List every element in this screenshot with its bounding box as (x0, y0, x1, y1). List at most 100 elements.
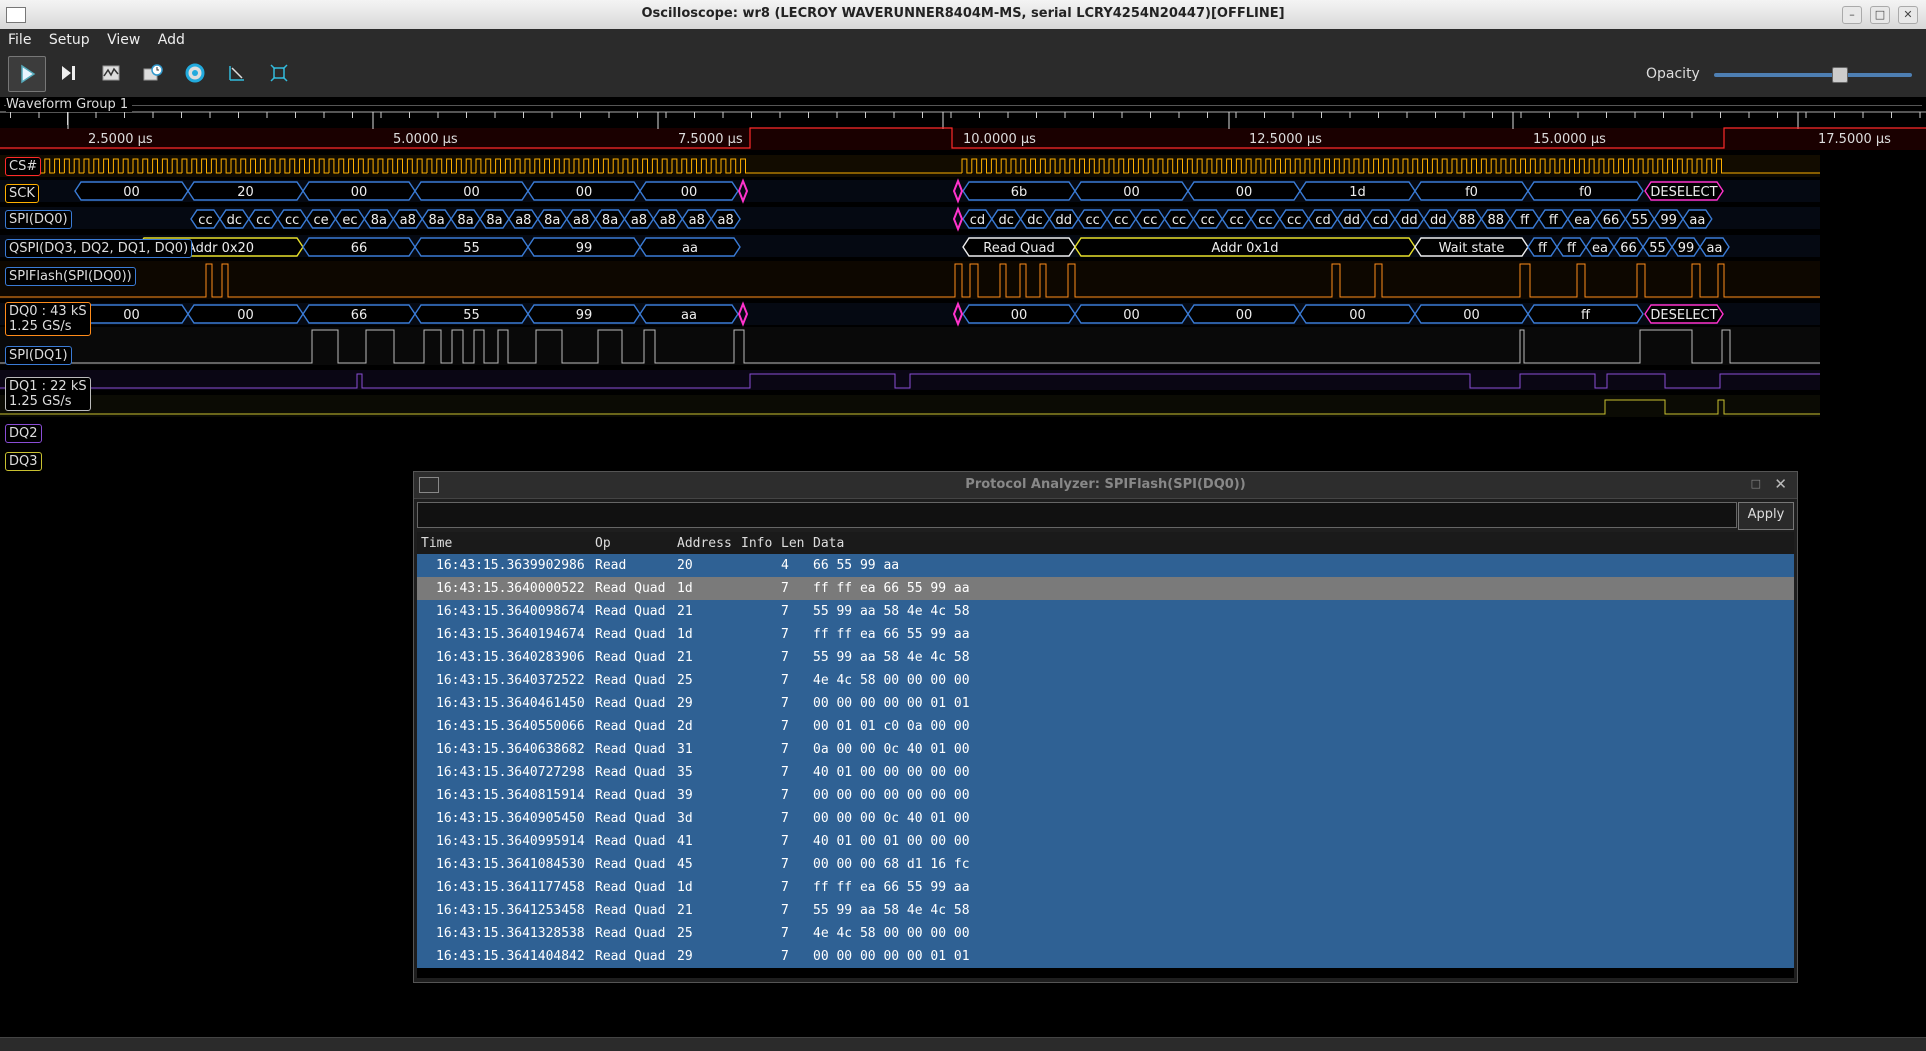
qspi-nibble-label: 88 (1459, 213, 1476, 228)
menu-bar: File Setup View Add (0, 29, 1926, 51)
table-row[interactable]: 16:43:15.3641177458 Read Quad 1d 7 ff ff ea … (417, 876, 1794, 899)
qspi-nibble-label: a8 (660, 213, 676, 228)
table-row[interactable]: 16:43:15.3640905450 Read Quad 3d 7 00 00 00 … (417, 807, 1794, 830)
table-row[interactable]: 16:43:15.3640815914 Read Quad 39 7 00 00 00 … (417, 784, 1794, 807)
column-header-op[interactable]: Op (595, 536, 677, 551)
maximize-icon[interactable]: □ (1751, 477, 1761, 490)
spiflash-field-label: Wait state (1439, 241, 1505, 256)
table-row[interactable]: 16:43:15.3640995914 Read Quad 41 7 40 01 00 … (417, 830, 1794, 853)
waveform-canvas[interactable]: 2.5000 µs 5.0000 µs 7.5000 µs 10.0000 µs 12.… (0, 111, 1926, 491)
table-row[interactable]: 16:43:15.3640372522 Read Quad 25 7 4e 4c 58 … (417, 669, 1794, 692)
table-row[interactable]: 16:43:15.3641084530 Read Quad 45 7 00 00 00 … (417, 853, 1794, 876)
spi-dq1-byte-label: 00 (1011, 308, 1028, 323)
cell-time: 16:43:15.3641253458 (436, 903, 585, 918)
dq0-sample-count: DQ0 : 43 kS (9, 304, 87, 319)
column-header-time[interactable]: Time (417, 536, 595, 551)
close-icon[interactable]: ✕ (1774, 475, 1787, 493)
cell-data: 00 00 00 0c 40 01 00 (813, 811, 970, 826)
table-row[interactable]: 16:43:15.3640461450 Read Quad 29 7 00 00 00 … (417, 692, 1794, 715)
close-icon[interactable]: ✕ (1898, 6, 1918, 24)
protocol-analyzer-title: Protocol Analyzer: SPIFlash(SPI(DQ0)) (965, 477, 1246, 492)
column-header-data[interactable]: Data (813, 536, 1113, 551)
fullscreen-icon[interactable] (261, 56, 297, 90)
channel-label-dq0[interactable]: DQ0 : 43 kS 1.25 GS/s (5, 302, 91, 336)
cell-data: ff ff ea 66 55 99 aa (813, 880, 970, 895)
menu-add[interactable]: Add (150, 29, 190, 49)
trigger-settings-icon[interactable] (177, 56, 213, 90)
table-row[interactable]: 16:43:15.3641253458 Read Quad 21 7 55 99 aa … (417, 899, 1794, 922)
qspi-nibble-label: cc (256, 213, 270, 228)
table-row[interactable]: 16:43:15.3640000522 Read Quad 1d 7 ff ff ea … (417, 577, 1794, 600)
spi-dq0-byte-label: 00 (1123, 185, 1140, 200)
protocol-analyzer-dialog: Protocol Analyzer: SPIFlash(SPI(DQ0)) □ … (413, 471, 1798, 983)
filter-input[interactable] (417, 502, 1737, 528)
cell-time: 16:43:15.3640905450 (436, 811, 585, 826)
spiflash-field-label: aa (1707, 241, 1723, 256)
table-row[interactable]: 16:43:15.3640550066 Read Quad 2d 7 00 01 01 … (417, 715, 1794, 738)
cell-op: Read Quad (595, 696, 666, 711)
cell-data: 55 99 aa 58 4e 4c 58 (813, 903, 970, 918)
channel-label-spiflash[interactable]: SPIFlash(SPI(DQ0)) (5, 267, 136, 286)
ruler-tick-label: 2.5000 µs (88, 132, 153, 147)
column-header-address[interactable]: Address (677, 536, 741, 551)
cell-op: Read Quad (595, 834, 666, 849)
qspi-nibble-label: a8 (689, 213, 705, 228)
menu-file[interactable]: File (0, 29, 36, 49)
cell-address: 45 (677, 857, 693, 872)
spi-dq1-byte-label: 00 (1349, 308, 1366, 323)
menu-setup[interactable]: Setup (41, 29, 95, 49)
table-row[interactable]: 16:43:15.3640638682 Read Quad 31 7 0a 00 00 … (417, 738, 1794, 761)
channel-label-spi-dq0[interactable]: SPI(DQ0) (5, 210, 72, 229)
table-row[interactable]: 16:43:15.3639902986 Read 20 4 66 55 99 aa (417, 554, 1794, 577)
play-icon[interactable] (8, 56, 46, 92)
menu-view[interactable]: View (99, 29, 145, 49)
qspi-nibble-label: dd (1401, 213, 1418, 228)
qspi-nibble-label: cc (1172, 213, 1186, 228)
cell-time: 16:43:15.3639902986 (436, 558, 585, 573)
qspi-nibble-label: cd (1373, 213, 1388, 228)
cell-address: 2d (677, 719, 693, 734)
status-bar (0, 1037, 1926, 1051)
channel-label-dq2[interactable]: DQ2 (5, 424, 42, 443)
cell-op: Read Quad (595, 604, 666, 619)
apply-button[interactable]: Apply (1738, 502, 1794, 530)
table-row[interactable]: 16:43:15.3640098674 Read Quad 21 7 55 99 aa … (417, 600, 1794, 623)
table-row[interactable]: 16:43:15.3640283906 Read Quad 21 7 55 99 aa … (417, 646, 1794, 669)
table-row[interactable]: 16:43:15.3640194674 Read Quad 1d 7 ff ff ea … (417, 623, 1794, 646)
cell-len: 4 (781, 558, 789, 573)
packet-table: Time Op Address Info Len Data 16:43:15.3… (417, 532, 1794, 978)
channel-label-qspi[interactable]: QSPI(DQ3, DQ2, DQ1, DQ0) (5, 239, 193, 258)
spi-dq0-byte-label: 00 (123, 185, 140, 200)
channel-label-cs[interactable]: CS# (5, 157, 42, 176)
table-row[interactable]: 16:43:15.3641328538 Read Quad 25 7 4e 4c 58 … (417, 922, 1794, 945)
spi-dq0-byte-label: 6b (1011, 185, 1028, 200)
sck-waveform (34, 158, 751, 174)
spi-dq0-byte-label: 00 (351, 185, 368, 200)
table-row[interactable]: 16:43:15.3640727298 Read Quad 35 7 40 01 00 … (417, 761, 1794, 784)
column-header-info[interactable]: Info (741, 536, 781, 551)
cell-time: 16:43:15.3640194674 (436, 627, 585, 642)
opacity-slider-thumb[interactable] (1832, 67, 1848, 83)
cell-op: Read Quad (595, 627, 666, 642)
spiflash-field-label: ea (1592, 241, 1608, 256)
single-step-icon[interactable] (51, 56, 87, 90)
qspi-nibble-label: cc (1143, 213, 1157, 228)
channel-label-dq1[interactable]: DQ1 : 22 kS 1.25 GS/s (5, 377, 91, 411)
spi-dq1-byte-label: 00 (1123, 308, 1140, 323)
channel-label-sck[interactable]: SCK (5, 184, 39, 203)
column-header-len[interactable]: Len (781, 536, 813, 551)
waveform-area[interactable]: 2.5000 µs 5.0000 µs 7.5000 µs 10.0000 µs 12.… (0, 111, 1926, 491)
timebase-icon[interactable] (135, 56, 171, 90)
table-row[interactable]: 16:43:15.3641404842 Read Quad 29 7 00 00 00 … (417, 945, 1794, 968)
channel-label-spi-dq1[interactable]: SPI(DQ1) (5, 346, 72, 365)
cell-data: ff ff ea 66 55 99 aa (813, 581, 970, 596)
measurement-icon[interactable] (219, 56, 255, 90)
opacity-slider-track[interactable] (1714, 73, 1912, 77)
cell-len: 7 (781, 581, 789, 596)
waveform-history-icon[interactable] (93, 56, 129, 90)
channel-label-dq3[interactable]: DQ3 (5, 452, 42, 471)
maximize-icon[interactable]: □ (1870, 6, 1890, 24)
qspi-nibble-label: 8a (371, 213, 387, 228)
table-header: Time Op Address Info Len Data (417, 532, 1794, 554)
minimize-icon[interactable]: – (1842, 6, 1862, 24)
